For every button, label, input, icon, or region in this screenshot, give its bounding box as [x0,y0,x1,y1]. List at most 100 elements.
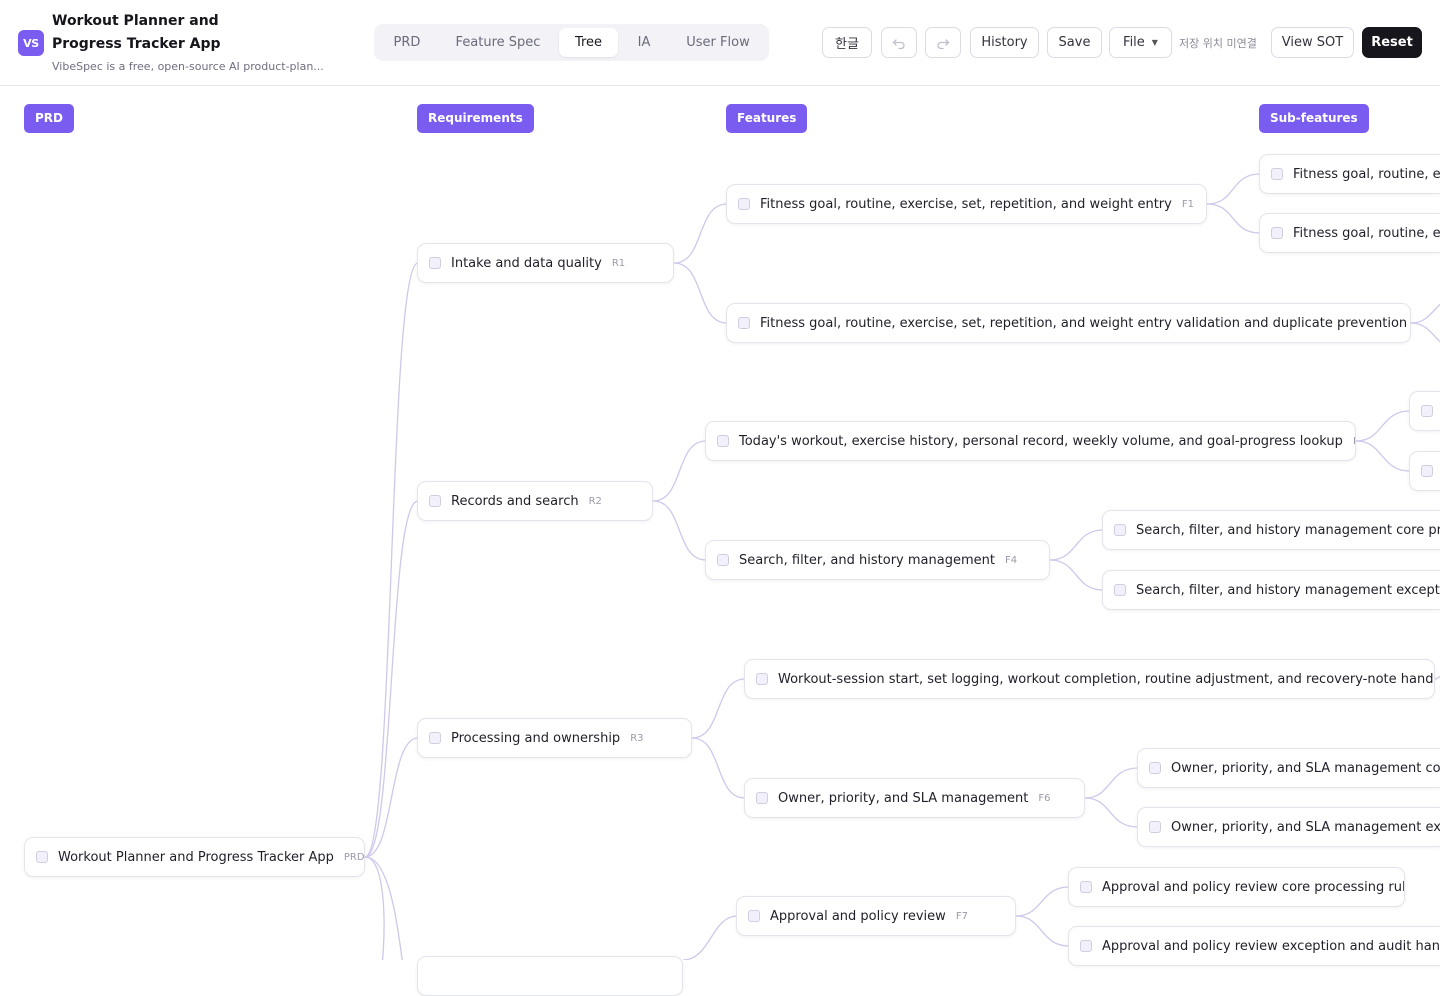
edge-root-r5 [364,856,403,960]
history-button[interactable]: History [970,27,1039,58]
tree-node-feature[interactable]: Owner, priority, and SLA management F6 [744,778,1085,818]
redo-icon [937,38,950,49]
view-sot-button[interactable]: View SOT [1271,27,1354,58]
tree-node-subfeature[interactable]: Approval and policy review exception and… [1068,926,1440,966]
edge-f1-s2 [1206,203,1261,234]
reset-button[interactable]: Reset [1362,27,1422,58]
tree-node-subfeature[interactable] [1409,451,1440,491]
node-checkbox[interactable] [1114,584,1126,596]
edge-r1-f1 [673,203,728,264]
tree-node-requirement[interactable]: Records and search R2 [417,481,653,521]
edge-f1-s1 [1206,173,1261,205]
edge-r2-f4 [652,500,707,561]
app-header: VS Workout Planner and Progress Tracker … [0,0,1440,86]
node-checkbox[interactable] [717,435,729,447]
node-checkbox[interactable] [1421,405,1433,417]
node-label: Records and search [451,493,579,509]
node-code: R1 [611,257,626,269]
node-label: Fitness goal, routine, exercise, set, re… [760,196,1172,212]
language-button[interactable]: 한글 [822,27,872,58]
edge-f2-s1 [1410,303,1440,324]
tree-node-subfeature[interactable]: Approval and policy review core processi… [1068,867,1405,907]
edge-r4-f7 [682,915,738,960]
tree-node-feature[interactable]: Today's workout, exercise history, perso… [705,421,1356,461]
node-checkbox[interactable] [1080,940,1092,952]
node-label: Fitness goal, routine, exerc [1293,225,1440,241]
node-label: Search, filter, and history management c… [1136,522,1440,538]
node-checkbox[interactable] [717,554,729,566]
undo-button[interactable] [881,27,917,58]
node-label: Owner, priority, and SLA management exce… [1171,819,1440,835]
tree-node-subfeature[interactable]: Search, filter, and history management c… [1102,510,1440,550]
tree-node-feature[interactable]: Search, filter, and history management F… [705,540,1050,580]
tab-prd[interactable]: PRD [382,28,432,57]
node-checkbox[interactable] [1271,227,1283,239]
tab-user-flow[interactable]: User Flow [674,28,762,57]
edge-f7-s2 [1015,915,1070,947]
node-checkbox[interactable] [756,673,768,685]
tree-node-subfeature[interactable]: Owner, priority, and SLA management core… [1137,748,1440,788]
tree-node-requirement-partial[interactable] [417,956,683,996]
tree-node-feature[interactable]: Fitness goal, routine, exercise, set, re… [726,184,1207,224]
node-checkbox[interactable] [1114,524,1126,536]
tree-node-subfeature[interactable]: Fitness goal, routine, exerc [1259,213,1440,253]
node-checkbox[interactable] [738,317,750,329]
edge-f6-s1 [1084,767,1139,799]
page-title: Workout Planner and Progress Tracker App [52,13,221,52]
edge-f2-s2 [1410,322,1440,343]
node-checkbox[interactable] [1149,821,1161,833]
node-checkbox[interactable] [1149,762,1161,774]
undo-icon [892,38,905,49]
app-description: VibeSpec is a free, open-source AI produ… [52,60,324,73]
save-button[interactable]: Save [1047,27,1102,58]
edge-f4-s2 [1049,559,1104,591]
node-checkbox[interactable] [429,732,441,744]
node-checkbox[interactable] [738,198,750,210]
column-header-requirements: Requirements [417,104,534,133]
edge-f4-s1 [1049,529,1104,561]
edge-root-r2 [364,500,419,858]
node-code: F1 [1181,198,1194,210]
tree-node-feature[interactable]: Approval and policy review F7 [736,896,1016,936]
redo-button[interactable] [925,27,961,58]
edge-f5-s1 [1434,675,1440,680]
node-label: Search, filter, and history management [739,552,995,568]
node-label: Approval and policy review exception and… [1102,938,1440,954]
tree-node-requirement[interactable]: Processing and ownership R3 [417,718,692,758]
tree-node-subfeature[interactable]: Fitness goal, routine, exerc [1259,154,1440,194]
tab-feature-spec[interactable]: Feature Spec [444,28,552,57]
tree-node-requirement[interactable]: Intake and data quality R1 [417,243,674,283]
edge-f7-s1 [1015,886,1070,917]
node-label: Owner, priority, and SLA management [778,790,1029,806]
node-checkbox[interactable] [748,910,760,922]
node-label: Processing and ownership [451,730,621,746]
node-checkbox[interactable] [756,792,768,804]
node-label: Owner, priority, and SLA management core… [1171,760,1440,776]
tab-tree[interactable]: Tree [559,28,618,57]
column-header-features: Features [726,104,808,133]
edge-root-r4 [364,856,385,960]
edge-f6-s2 [1084,797,1139,828]
node-checkbox[interactable] [429,495,441,507]
node-checkbox[interactable] [1080,881,1092,893]
node-checkbox[interactable] [429,257,441,269]
edge-r3-f6 [691,737,746,799]
file-menu-button[interactable]: File ▼ [1109,27,1172,58]
column-header-subfeatures: Sub-features [1259,104,1369,133]
tree-node-subfeature[interactable] [1409,391,1440,431]
tab-ia[interactable]: IA [626,28,662,57]
tree-node-subfeature[interactable]: Owner, priority, and SLA management exce… [1137,807,1440,847]
node-code: F6 [1038,792,1051,804]
tree-node-subfeature[interactable]: Search, filter, and history management e… [1102,570,1440,610]
node-checkbox[interactable] [1421,465,1433,477]
node-label: Approval and policy review [770,908,946,924]
column-header-prd: PRD [24,104,74,133]
tree-node-feature[interactable]: Fitness goal, routine, exercise, set, re… [726,303,1411,343]
app-logo: VS [18,30,44,56]
node-code: R2 [588,495,602,507]
edge-r1-f2 [673,262,728,324]
node-checkbox[interactable] [1271,168,1283,180]
tree-node-feature[interactable]: Workout-session start, set logging, work… [744,659,1435,699]
tree-node-root[interactable]: Workout Planner and Progress Tracker App… [24,837,365,877]
node-checkbox[interactable] [36,851,48,863]
